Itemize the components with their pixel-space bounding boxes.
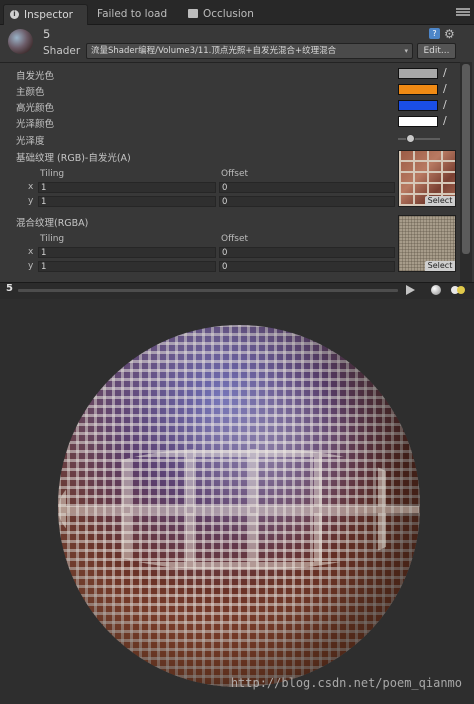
select-button[interactable]: Select [425,261,455,271]
spec-color-label: 高光颜色 [16,103,55,114]
x-label: x [28,182,34,192]
tiling-x-field[interactable]: 1 [38,247,216,258]
shininess-slider-knob[interactable] [406,134,416,143]
x-label: x [28,247,34,257]
emission-color-swatch[interactable] [398,68,438,79]
eyedropper-icon[interactable]: ∕ [443,99,453,111]
edit-shader-button[interactable]: Edit... [417,43,456,59]
help-icon[interactable]: ? [429,28,440,39]
play-icon[interactable] [406,285,415,295]
shininess-label: 光泽度 [16,136,45,147]
info-icon: i [10,10,19,19]
select-button[interactable]: Select [425,196,455,206]
shininess-slider-track[interactable] [398,138,440,140]
material-preview[interactable] [0,299,474,704]
watermark: http://blog.csdn.net/poem_qianmo [230,676,462,690]
offset-y-field[interactable]: 0 [219,261,395,272]
eyedropper-icon[interactable]: ∕ [443,83,453,95]
tiling-header: Tiling [40,234,65,244]
light-toggle-icon[interactable] [451,286,465,294]
y-label: y [28,196,34,206]
tab-bar: i Inspector Failed to load Occlusion [0,0,474,25]
tiling-y-field[interactable]: 1 [38,261,216,272]
shader-dropdown-value: 流量Shader编程/Volume3/11.顶点光照+自发光混合+纹理混合 [91,46,337,56]
main-color-label: 主颜色 [16,87,45,98]
preview-title: 5 [6,283,13,294]
blend-texture-label: 混合纹理(RGBA) [16,218,89,229]
tiling-x-field[interactable]: 1 [38,182,216,193]
occlusion-icon [188,9,198,18]
shader-dropdown[interactable]: 流量Shader编程/Volume3/11.顶点光照+自发光混合+纹理混合 ▾ [86,43,413,59]
material-thumbnail [8,29,33,54]
spec-color-swatch[interactable] [398,100,438,111]
base-texture-label: 基础纹理 (RGB)-自发光(A) [16,153,131,164]
offset-header: Offset [221,169,249,179]
sphere-mesh-icon[interactable] [431,285,441,295]
emission-color-label: 自发光色 [16,71,55,82]
chevron-down-icon: ▾ [404,47,408,55]
offset-x-field[interactable]: 0 [219,182,395,193]
scrollbar-thumb[interactable] [462,64,470,254]
tab-menu-icon[interactable] [456,8,470,16]
eyedropper-icon[interactable]: ∕ [443,115,453,127]
brick-texture-overlay [59,449,419,569]
tiling-header: Tiling [40,169,65,179]
divider [0,62,460,63]
tab-inspector[interactable]: i Inspector [3,4,88,25]
tab-failed-to-load[interactable]: Failed to load [97,4,167,24]
shader-label: Shader [43,45,81,57]
gloss-color-label: 光泽颜色 [16,119,55,130]
tab-occlusion-label: Occlusion [203,8,254,20]
offset-header: Offset [221,234,249,244]
base-texture-slot[interactable]: Select [398,150,456,207]
offset-y-field[interactable]: 0 [219,196,395,207]
offset-x-field[interactable]: 0 [219,247,395,258]
tab-inspector-label: Inspector [24,9,73,21]
gear-icon[interactable]: ⚙ [444,27,455,41]
preview-drag-bar[interactable] [18,289,398,292]
material-name: 5 [43,27,51,41]
main-color-swatch[interactable] [398,84,438,95]
gloss-color-swatch[interactable] [398,116,438,127]
tiling-y-field[interactable]: 1 [38,196,216,207]
eyedropper-icon[interactable]: ∕ [443,67,453,79]
blend-texture-slot[interactable]: Select [398,215,456,272]
y-label: y [28,261,34,271]
